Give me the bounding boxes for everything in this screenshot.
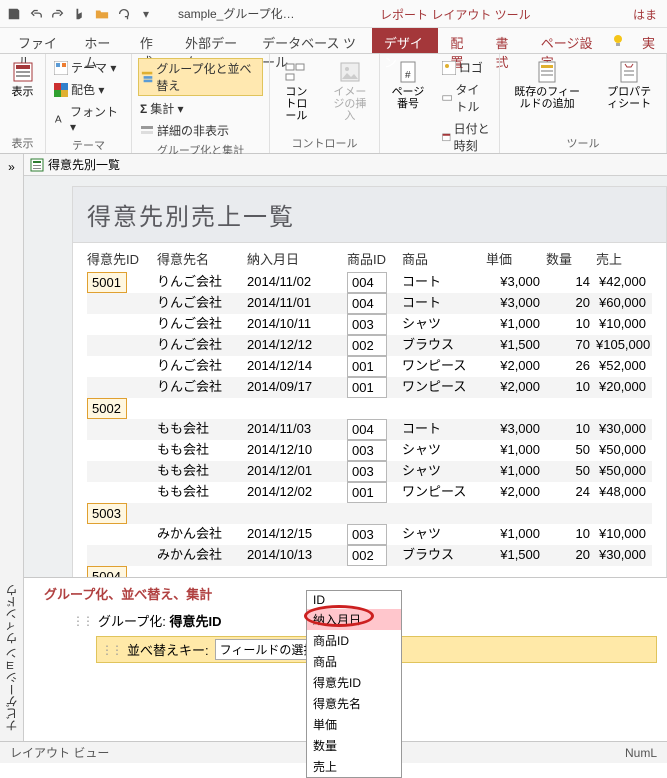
field-option[interactable]: 納入月日 <box>307 609 401 630</box>
tab-ホーム[interactable]: ホーム <box>72 28 127 53</box>
nav-pane-label: ナビゲーション ウィンドウ <box>3 584 20 731</box>
table-row[interactable]: もも会社2014/11/03004コート¥3,00010¥30,000 <box>87 419 652 440</box>
tell-me-label[interactable]: 実 <box>630 28 667 53</box>
svg-text:A: A <box>55 114 62 125</box>
group-label-controls: コントロール <box>276 133 373 151</box>
column-headers: 得意先ID得意先名納入月日商品ID商品単価数量売上 <box>73 243 666 272</box>
col-header: 売上 <box>596 249 652 268</box>
field-picker-popup[interactable]: ID納入月日商品ID商品得意先ID得意先名単価数量売上 <box>306 590 402 778</box>
grip-icon[interactable]: ⋮⋮ <box>72 614 92 628</box>
redo-icon[interactable] <box>48 4 68 24</box>
totals-button[interactable]: Σ集計 ▾ <box>138 99 263 118</box>
tab-作成[interactable]: 作成 <box>128 28 173 53</box>
col-header: 商品 <box>402 249 486 268</box>
ribbon: 表示 表示 テーマ ▾ 配色 ▾ Aフォント ▾ テーマ グループ化と並べ替え … <box>0 54 667 154</box>
table-row[interactable]: 5001りんご会社2014/11/02004コート¥3,00014¥42,000 <box>87 272 652 293</box>
table-row[interactable]: もも会社2014/12/10003シャツ¥1,00050¥50,000 <box>87 440 652 461</box>
col-header: 単価 <box>486 249 546 268</box>
group-label-theme: テーマ <box>52 135 125 153</box>
field-option[interactable]: 得意先名 <box>307 693 401 714</box>
undo-icon[interactable] <box>26 4 46 24</box>
table-row[interactable]: りんご会社2014/09/17001ワンピース¥2,00010¥20,000 <box>87 377 652 398</box>
col-header: 得意先名 <box>157 249 247 268</box>
ribbon-tabs: ファイルホーム作成外部データデータベース ツールデザイン配置書式ページ設定実 <box>0 28 667 54</box>
open-icon[interactable] <box>92 4 112 24</box>
refresh-icon[interactable] <box>114 4 134 24</box>
col-header: 得意先ID <box>87 249 157 268</box>
nav-expand-icon[interactable]: » <box>8 160 15 174</box>
table-row[interactable]: みかん会社2014/12/15003シャツ¥1,00010¥10,000 <box>87 524 652 545</box>
hide-details-button[interactable]: 詳細の非表示 <box>138 121 263 140</box>
status-numlock: NumL <box>625 746 657 760</box>
field-option[interactable]: ID <box>307 591 401 609</box>
table-row[interactable]: りんご会社2014/11/01004コート¥3,00020¥60,000 <box>87 293 652 314</box>
group-label-tools: ツール <box>506 133 660 151</box>
report-title: 得意先別売上一覧 <box>87 197 652 232</box>
field-option[interactable]: 商品 <box>307 651 401 672</box>
table-row[interactable]: 5003 <box>87 503 652 524</box>
fonts-button[interactable]: Aフォント ▾ <box>52 102 125 135</box>
tab-外部データ[interactable]: 外部データ <box>173 28 250 53</box>
tab-デザイン[interactable]: デザイン <box>372 28 438 53</box>
table-row[interactable]: もも会社2014/12/02001ワンピース¥2,00024¥48,000 <box>87 482 652 503</box>
property-sheet-button[interactable]: プロパティシート <box>598 58 660 112</box>
field-option[interactable]: 得意先ID <box>307 672 401 693</box>
table-row[interactable]: りんご会社2014/12/12002ブラウス¥1,50070¥105,000 <box>87 335 652 356</box>
report-surface[interactable]: 得意先別売上一覧 得意先ID得意先名納入月日商品ID商品単価数量売上 5001り… <box>72 186 667 636</box>
page-number-button[interactable]: #ページ番号 <box>386 58 430 155</box>
group-sort-button[interactable]: グループ化と並べ替え <box>138 58 263 96</box>
table-row[interactable]: みかん会社2014/10/13002ブラウス¥1,50020¥30,000 <box>87 545 652 566</box>
col-header: 数量 <box>546 249 596 268</box>
table-row[interactable]: 5002 <box>87 398 652 419</box>
qat-customize-icon[interactable]: ▾ <box>136 4 156 24</box>
group-label-view: 表示 <box>6 133 39 151</box>
field-option[interactable]: 数量 <box>307 735 401 756</box>
controls-button[interactable]: コントロール <box>276 58 317 124</box>
add-fields-button[interactable]: 既存のフィールドの追加 <box>506 58 588 112</box>
window-title: sample_グループ化… <box>178 5 295 22</box>
report-icon <box>30 158 44 172</box>
tab-ページ設定[interactable]: ページ設定 <box>529 28 606 53</box>
save-icon[interactable] <box>4 4 24 24</box>
field-option[interactable]: 売上 <box>307 756 401 777</box>
table-row[interactable]: りんご会社2014/12/14001ワンピース¥2,00026¥52,000 <box>87 356 652 377</box>
svg-text:#: # <box>405 70 411 81</box>
themes-button[interactable]: テーマ ▾ <box>52 58 125 77</box>
field-option[interactable]: 単価 <box>307 714 401 735</box>
field-option[interactable]: 商品ID <box>307 630 401 651</box>
tab-配置[interactable]: 配置 <box>438 28 483 53</box>
touch-mode-icon[interactable] <box>70 4 90 24</box>
col-header: 商品ID <box>347 249 402 268</box>
title-bar: ▾ sample_グループ化… レポート レイアウト ツール はま <box>0 0 667 28</box>
insert-image-button[interactable]: イメージの挿入 <box>327 58 373 124</box>
object-tab-label: 得意先別一覧 <box>48 156 120 173</box>
status-view: レイアウト ビュー <box>10 744 109 761</box>
grip-icon[interactable]: ⋮⋮ <box>101 643 121 657</box>
colors-button[interactable]: 配色 ▾ <box>52 80 125 99</box>
tell-me-icon[interactable] <box>606 28 630 53</box>
logo-button[interactable]: ロゴ <box>440 58 493 77</box>
table-row[interactable]: もも会社2014/12/01003シャツ¥1,00050¥50,000 <box>87 461 652 482</box>
datetime-button[interactable]: 日付と時刻 <box>440 119 493 155</box>
contextual-title: レポート レイアウト ツール <box>380 6 531 23</box>
title-button[interactable]: タイトル <box>440 80 493 116</box>
table-row[interactable]: りんご会社2014/10/11003シャツ¥1,00010¥10,000 <box>87 314 652 335</box>
tab-ファイル[interactable]: ファイル <box>6 28 72 53</box>
view-button[interactable]: 表示 <box>6 58 39 100</box>
navigation-pane[interactable]: » ナビゲーション ウィンドウ <box>0 154 24 741</box>
tab-データベース ツール[interactable]: データベース ツール <box>250 28 372 53</box>
tab-書式[interactable]: 書式 <box>484 28 529 53</box>
account-label: はま <box>633 6 657 23</box>
object-tab[interactable]: 得意先別一覧 <box>24 154 667 176</box>
group-sort-pane: グループ化、並べ替え、集計 ⋮⋮ グループ化: 得意先ID ⋮⋮ 並べ替えキー:… <box>24 577 667 741</box>
col-header: 納入月日 <box>247 249 347 268</box>
